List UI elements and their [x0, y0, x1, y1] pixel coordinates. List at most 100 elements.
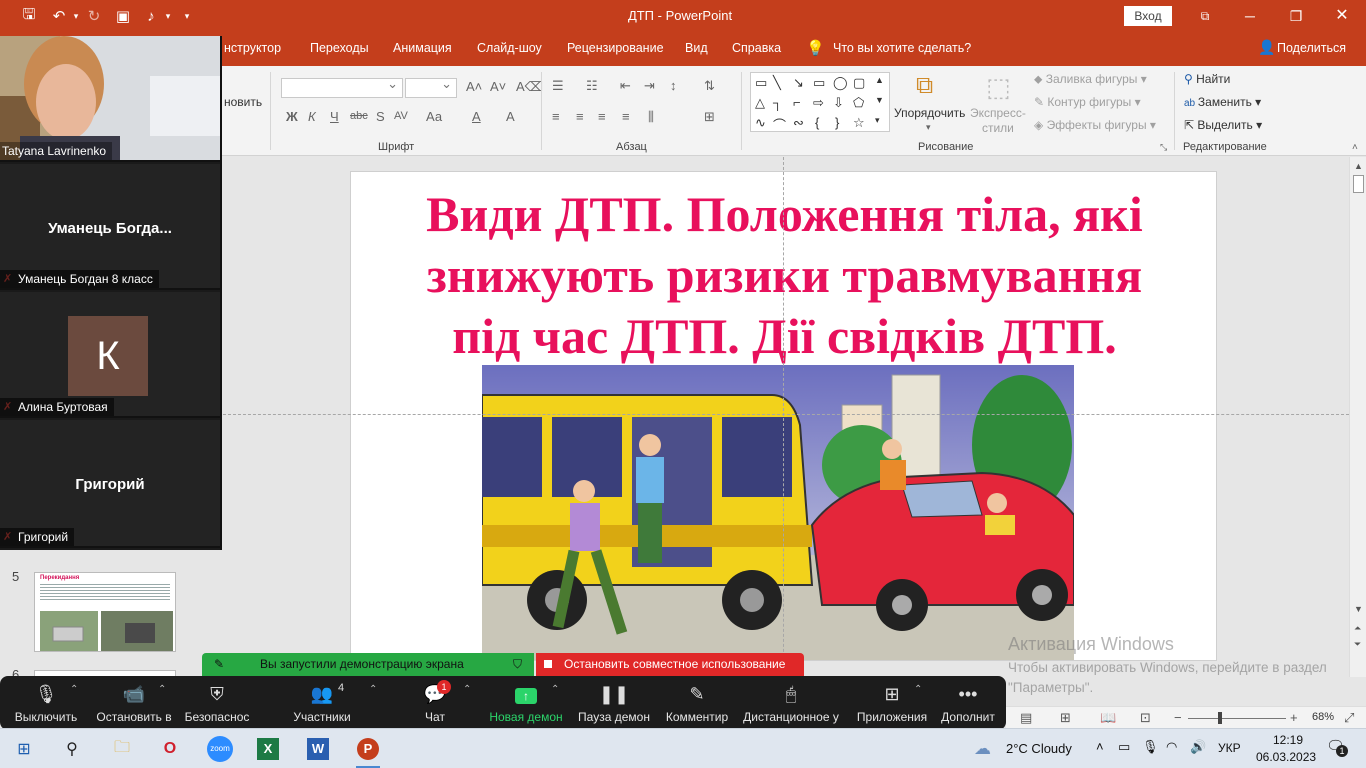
accident-illustration[interactable] [482, 365, 1074, 661]
quick-styles-button[interactable]: Экспресс- стили [970, 106, 1026, 136]
highlight-button[interactable]: A [472, 109, 481, 124]
tray-overflow-icon[interactable]: ˄ [1096, 739, 1104, 754]
shapes-gallery[interactable]: ▭ ╲ ↘ ▭ ◯ ▢ △ ┐ ⌐ ⇨ ⇩ ⬠ ∿ ⌒ ∾ { } ☆ ▲ ▼ … [750, 72, 890, 134]
customize-quick-access-icon[interactable]: ▾ [180, 6, 194, 26]
apps-options-caret-icon[interactable]: ⌃ [914, 684, 922, 695]
scrollbar-thumb[interactable] [1353, 175, 1364, 193]
audio-options-caret-icon[interactable]: ⌃ [70, 684, 78, 695]
excel-icon[interactable]: X [254, 735, 282, 763]
left-brace-shape-icon[interactable]: { [815, 115, 819, 130]
slideshow-start-icon[interactable]: ▣ [112, 6, 134, 26]
font-size-combo[interactable] [405, 76, 457, 98]
annotate-button[interactable]: ✎ Комментир [660, 676, 734, 730]
tray-microphone-icon[interactable]: 🎙 [1142, 739, 1159, 755]
font-name-combo[interactable] [281, 76, 403, 98]
character-spacing-button[interactable]: AV [394, 110, 408, 122]
previous-slide-icon[interactable]: ⏶ [1354, 623, 1361, 634]
zoom-app-icon[interactable]: zoom [206, 735, 234, 763]
weather-text[interactable]: 2°C Cloudy [1006, 741, 1072, 756]
numbering-icon[interactable]: ☷ [586, 78, 598, 94]
curve-shape-icon[interactable]: ∿ [755, 115, 766, 131]
zoom-percentage[interactable]: 68% [1312, 711, 1334, 723]
right-arrow-shape-icon[interactable]: ⇨ [813, 95, 824, 111]
login-button[interactable]: Вход [1124, 6, 1172, 26]
zoom-participants-panel[interactable]: Tatyana Lavrinenko Уманець Богда... ✗ Ум… [0, 36, 222, 550]
triangle-shape-icon[interactable]: △ [755, 95, 765, 111]
decrease-indent-icon[interactable]: ⇤ [620, 78, 631, 94]
maximize-icon[interactable]: ❐ [1281, 4, 1311, 28]
line-shape-icon[interactable]: ╲ [773, 75, 781, 91]
tab-help[interactable]: Справка [732, 41, 781, 55]
powerpoint-icon[interactable]: P [354, 735, 382, 768]
freeform-shape-icon[interactable]: ⬠ [853, 95, 864, 111]
clear-formatting-icon[interactable]: A⌫ [516, 79, 543, 95]
arrow-line-shape-icon[interactable]: ↘ [793, 75, 804, 91]
slide-thumbnail-5[interactable]: Перекидання [34, 572, 176, 652]
close-icon[interactable]: ✕ [1327, 4, 1357, 28]
wifi-icon[interactable]: ◠ [1166, 739, 1177, 755]
tab-transitions[interactable]: Переходы [310, 41, 369, 55]
elbow-shape-icon[interactable]: ⌐ [793, 95, 801, 110]
undo-dropdown-icon[interactable]: ▾ [70, 6, 82, 26]
tab-slideshow[interactable]: Слайд-шоу [477, 41, 542, 55]
share-options-caret-icon[interactable]: ⌃ [551, 684, 559, 695]
opera-icon[interactable]: O [156, 735, 184, 763]
change-case-button[interactable]: Аа [426, 109, 442, 124]
gallery-more-icon[interactable]: ▾ [875, 115, 880, 126]
scroll-up-icon[interactable]: ▲ [1354, 161, 1363, 171]
scroll-down-icon[interactable]: ▼ [1354, 604, 1363, 614]
file-explorer-icon[interactable]: 🗀 [108, 735, 136, 763]
underline-button[interactable]: Ч [330, 109, 339, 124]
next-slide-icon[interactable]: ⏷ [1354, 639, 1361, 650]
replace-button[interactable]: ab Заменить ▾ [1184, 95, 1261, 109]
arrange-button[interactable]: Упорядочить [894, 106, 965, 120]
textbox-shape-icon[interactable]: ▭ [755, 75, 767, 91]
select-button[interactable]: ⇱ Выделить ▾ [1184, 118, 1262, 132]
bold-button[interactable]: Ж [286, 109, 298, 124]
participants-button[interactable]: 👥 Участники [286, 676, 358, 730]
shape-outline-button[interactable]: ✎ Контур фигуры ▾ [1034, 95, 1141, 109]
columns-icon[interactable]: ⫼ [648, 109, 654, 125]
justify-icon[interactable]: ≡ [622, 109, 630, 124]
arc-shape-icon[interactable]: ⌒ [773, 115, 786, 134]
italic-button[interactable]: К [308, 109, 316, 124]
more-button[interactable]: ••• Дополнит [936, 676, 1000, 730]
strikethrough-button[interactable]: abc [350, 110, 368, 122]
clock-date[interactable]: 06.03.2023 [1256, 750, 1316, 764]
video-options-caret-icon[interactable]: ⌃ [158, 684, 166, 695]
smartart-icon[interactable]: ⊞ [704, 109, 715, 125]
align-left-icon[interactable]: ≡ [552, 109, 560, 124]
fit-slide-icon[interactable]: ⤢ [1344, 710, 1354, 726]
reset-slide-button[interactable]: новить [224, 95, 262, 109]
drawing-dialog-launcher-icon[interactable]: ⤡ [1160, 142, 1167, 153]
screen-share-status-banner[interactable]: ✎ Вы запустили демонстрацию экрана ⛉ [202, 653, 534, 676]
vertical-scrollbar[interactable]: ▲ ▼ ⏶ ⏷ [1349, 157, 1366, 677]
participant-tile[interactable]: К ✗ Алина Буртовая [0, 292, 220, 418]
share-button[interactable]: Поделиться [1277, 41, 1346, 55]
rounded-rect-shape-icon[interactable]: ▢ [853, 75, 865, 91]
normal-view-icon[interactable]: ▤ [1020, 710, 1032, 726]
tab-animations[interactable]: Анимация [393, 41, 452, 55]
wave-shape-icon[interactable]: ∾ [793, 115, 804, 131]
chat-options-caret-icon[interactable]: ⌃ [463, 684, 471, 695]
minimize-icon[interactable]: ─ [1235, 4, 1265, 28]
down-arrow-shape-icon[interactable]: ⇩ [833, 95, 844, 111]
volume-icon[interactable]: 🔊 [1190, 739, 1206, 755]
star-shape-icon[interactable]: ☆ [853, 115, 865, 131]
participant-tile[interactable]: Уманець Богда... ✗ Уманець Богдан 8 клас… [0, 164, 220, 290]
participants-options-caret-icon[interactable]: ⌃ [369, 684, 377, 695]
windows-start-icon[interactable]: ⊞ [10, 735, 38, 763]
shape-fill-button[interactable]: ⬥ Заливка фигуры ▾ [1034, 72, 1147, 87]
increase-indent-icon[interactable]: ⇥ [644, 78, 655, 94]
arrange-dropdown-icon[interactable]: ▾ [926, 122, 931, 133]
text-direction-icon[interactable]: ⇅ [704, 78, 715, 94]
clock-time[interactable]: 12:19 [1266, 733, 1310, 747]
tab-design[interactable]: нструктор [224, 41, 281, 55]
find-button[interactable]: ⚲ Найти [1184, 72, 1230, 86]
tell-me-search[interactable]: Что вы хотите сделать? [833, 41, 971, 55]
chat-button[interactable]: 💬 Чат [410, 676, 460, 730]
undo-icon[interactable]: ↶ [48, 6, 70, 26]
right-brace-shape-icon[interactable]: } [835, 115, 839, 130]
stop-share-button[interactable]: Остановить совместное использование [536, 653, 804, 676]
remote-control-button[interactable]: 🖱 Дистанционное у [740, 676, 842, 730]
